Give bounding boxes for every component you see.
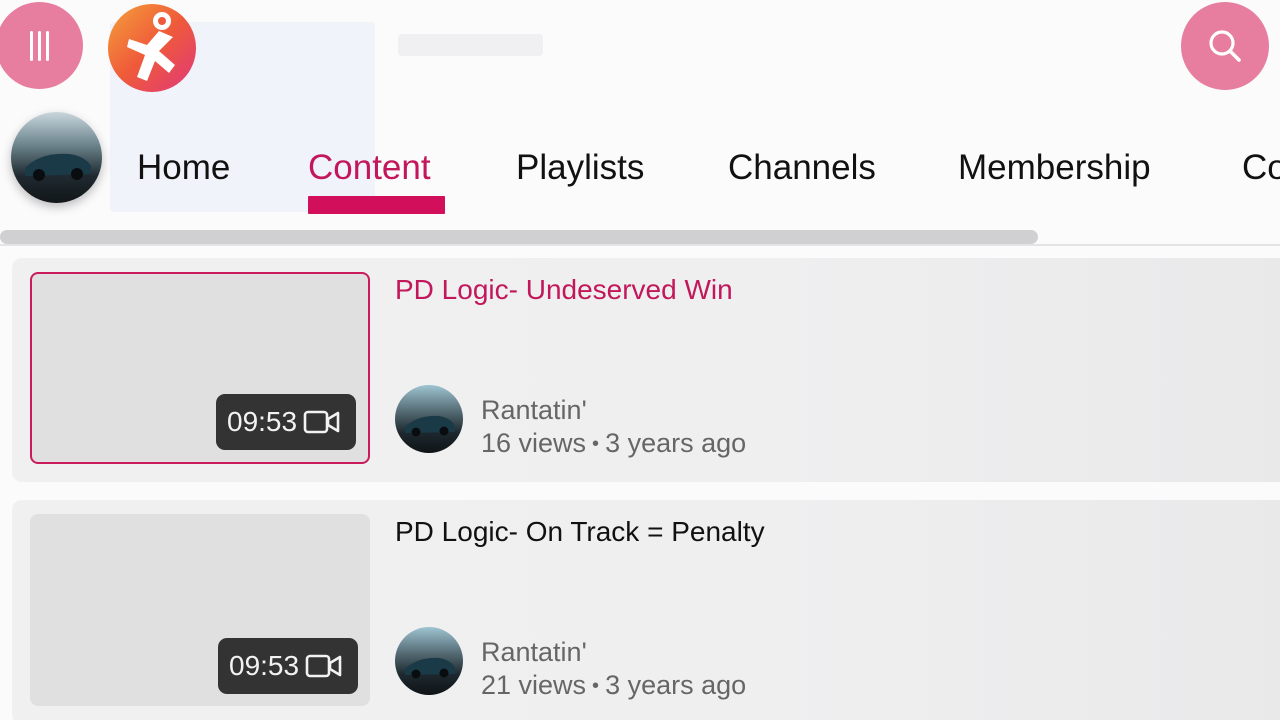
- duration-label: 09:53: [227, 406, 298, 437]
- search-button[interactable]: [1181, 2, 1269, 90]
- tab-membership[interactable]: Membership: [958, 148, 1151, 188]
- duration-badge: 09:53: [216, 394, 356, 450]
- video-thumbnail[interactable]: 09:53: [30, 272, 370, 464]
- channel-tabs: Home Content Playlists Channels Membersh…: [0, 140, 1280, 200]
- active-tab-indicator: [308, 196, 445, 214]
- uploader-avatar[interactable]: [395, 385, 463, 453]
- tabs-divider: [0, 244, 1280, 246]
- header-placeholder: [398, 34, 543, 56]
- video-title[interactable]: PD Logic- Undeserved Win: [395, 274, 733, 306]
- video-meta: 16 views • 3 years ago: [481, 428, 746, 459]
- uploader-avatar[interactable]: [395, 627, 463, 695]
- video-card[interactable]: 09:53 PD Logic- On Track = Penalty Ranta…: [12, 500, 1280, 720]
- upload-age: 3 years ago: [605, 670, 747, 700]
- uploader-name: Rantatin': [481, 395, 587, 425]
- video-camera-icon: [305, 654, 342, 678]
- tab-home[interactable]: Home: [137, 148, 230, 188]
- search-icon: [1209, 30, 1241, 62]
- menu-button[interactable]: [0, 2, 83, 89]
- video-thumbnail[interactable]: 09:53: [30, 514, 370, 706]
- tab-playlists[interactable]: Playlists: [516, 148, 644, 188]
- meta-separator: •: [592, 433, 600, 455]
- app-logo-icon[interactable]: [107, 3, 197, 93]
- view-count: 21 views: [481, 670, 587, 700]
- upload-age: 3 years ago: [605, 428, 747, 458]
- tab-content[interactable]: Content: [308, 148, 431, 188]
- tabs-scrollbar[interactable]: [0, 230, 1038, 244]
- video-title[interactable]: PD Logic- On Track = Penalty: [395, 516, 765, 548]
- video-camera-icon: [303, 410, 340, 434]
- menu-icon: [30, 30, 49, 61]
- duration-label: 09:53: [229, 650, 300, 681]
- meta-separator: •: [592, 675, 600, 697]
- view-count: 16 views: [481, 428, 587, 458]
- video-meta: 21 views • 3 years ago: [481, 670, 746, 701]
- tab-channels[interactable]: Channels: [728, 148, 876, 188]
- video-card[interactable]: 09:53 PD Logic- Undeserved Win Rantatin'…: [12, 258, 1280, 482]
- duration-badge: 09:53: [218, 638, 358, 694]
- uploader-name: Rantatin': [481, 637, 587, 667]
- tab-community[interactable]: Co: [1242, 148, 1280, 188]
